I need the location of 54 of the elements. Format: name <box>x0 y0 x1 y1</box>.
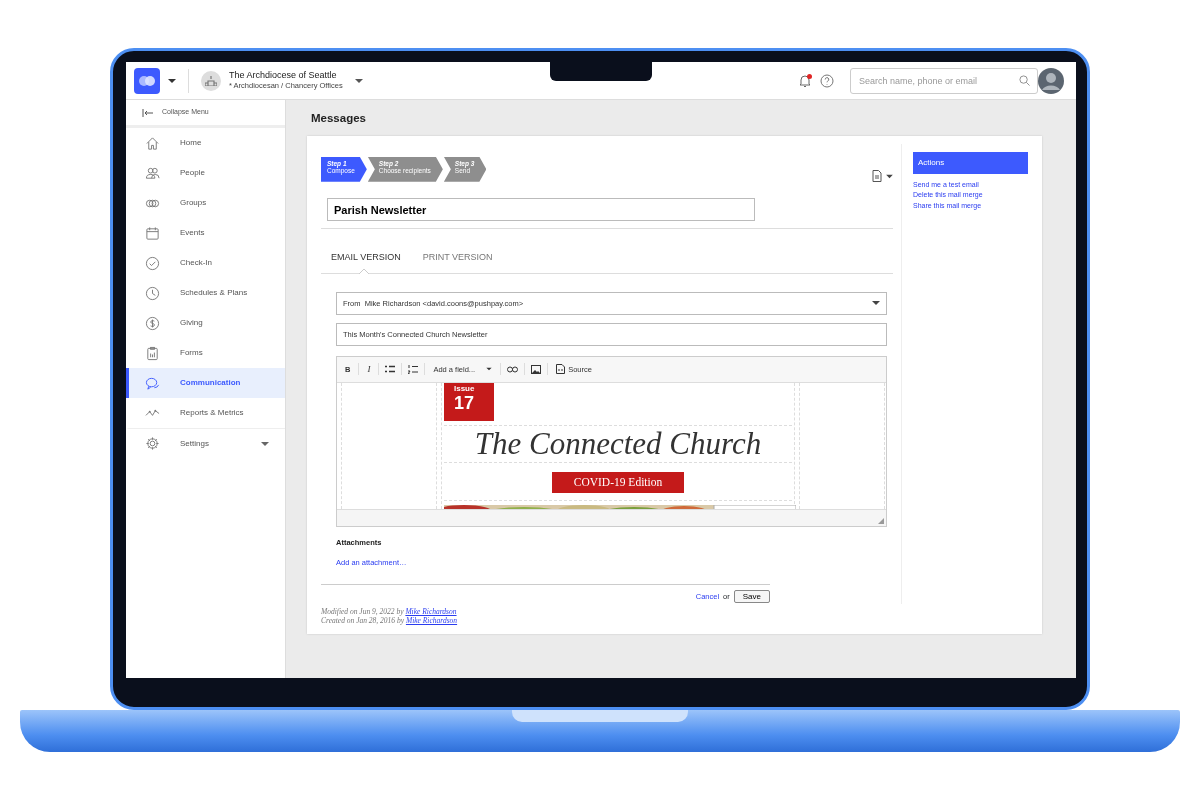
calendar-icon <box>145 225 160 241</box>
sidebar-item[interactable]: Settings <box>126 428 285 458</box>
house-icon <box>145 135 160 151</box>
page-title: Messages <box>311 111 367 126</box>
clipboard-icon <box>145 345 160 361</box>
caret-icon <box>261 440 269 447</box>
bulleted-list-icon[interactable] <box>385 365 396 374</box>
circles-icon <box>138 73 156 88</box>
numbered-list-icon[interactable] <box>408 364 419 374</box>
dollar-circle-icon <box>145 315 160 331</box>
issue-badge: Issue 17 <box>444 382 494 421</box>
sidebar-item[interactable]: Giving <box>126 308 285 338</box>
sidebar-item[interactable]: Forms <box>126 338 285 368</box>
tab[interactable]: EMAIL VERSION <box>331 251 411 273</box>
sidebar-item[interactable]: Schedules & Plans <box>126 278 285 308</box>
document-menu[interactable] <box>872 170 893 183</box>
org-name: The Archdiocese of Seattle <box>229 70 338 81</box>
source-icon <box>556 364 566 375</box>
sidebar-item[interactable]: Check-In <box>126 248 285 278</box>
resize-handle-icon[interactable] <box>878 517 884 524</box>
collapse-arrow-icon <box>142 108 154 117</box>
sidebar-item[interactable]: Reports & Metrics <box>126 398 285 428</box>
gear-icon <box>145 436 160 451</box>
search-field[interactable]: Search name, phone or email <box>850 67 1038 94</box>
tab[interactable]: PRINT VERSION <box>422 251 503 273</box>
sidebar-item[interactable]: Groups <box>126 188 285 218</box>
edition-banner: COVID-19 Edition <box>551 471 685 493</box>
check-circle-icon <box>145 255 160 271</box>
caret-icon <box>486 367 493 372</box>
name-field[interactable]: Parish Newsletter <box>327 198 755 222</box>
chat-bubbles-icon <box>145 375 160 391</box>
help-icon[interactable] <box>820 73 834 88</box>
tab-pointer-icon <box>359 267 369 274</box>
italic-button[interactable]: I <box>365 362 373 376</box>
bell-icon[interactable] <box>798 73 812 88</box>
sidebar-item[interactable]: Communication <box>126 368 285 398</box>
document-icon <box>872 170 882 183</box>
image-icon[interactable] <box>531 364 542 374</box>
building-icon <box>205 75 217 86</box>
caret-icon[interactable] <box>168 77 176 84</box>
sidebar-item[interactable]: Home <box>126 128 285 158</box>
caret-icon[interactable] <box>354 77 363 84</box>
people-icon <box>145 165 160 181</box>
newsletter-title: The Connected Church <box>444 424 792 463</box>
save-button[interactable]: Save <box>733 590 770 603</box>
clock-icon <box>145 285 160 301</box>
sidebar-item[interactable]: Events <box>126 218 285 248</box>
app-logo[interactable] <box>134 67 160 94</box>
sidebar-item[interactable]: People <box>126 158 285 188</box>
avatar-icon[interactable] <box>1038 67 1064 94</box>
caret-icon <box>872 300 880 307</box>
caret-icon <box>886 173 893 179</box>
link-icon[interactable] <box>507 365 519 373</box>
actions-header: Actions <box>913 152 1028 175</box>
